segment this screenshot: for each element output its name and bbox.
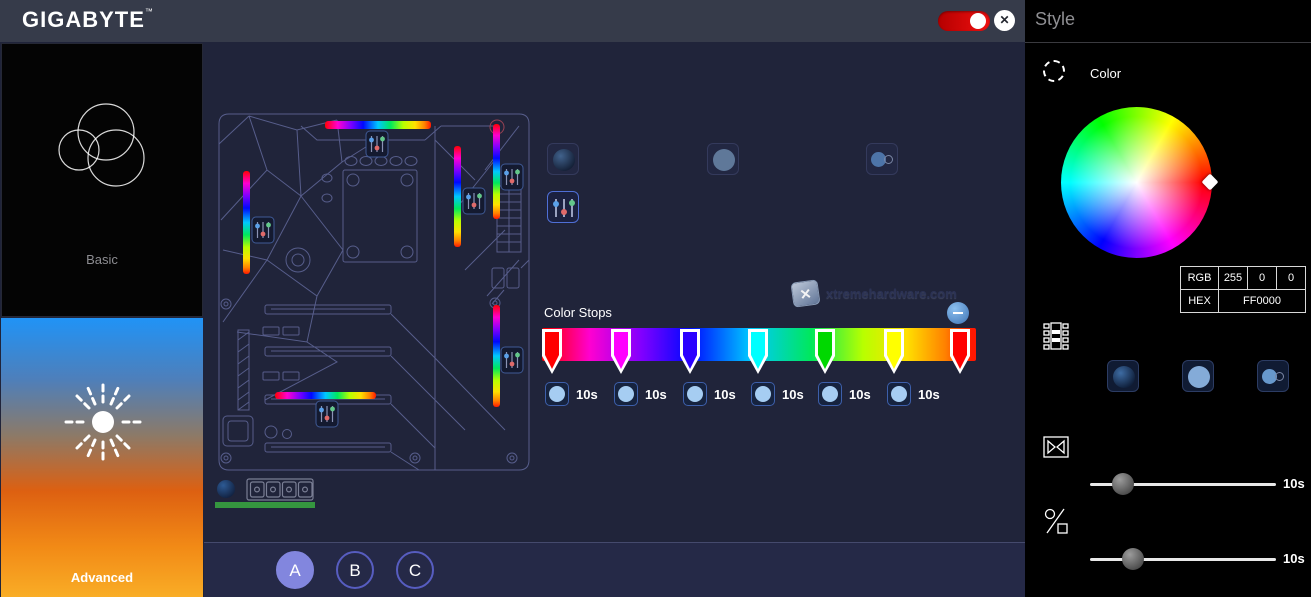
rgb-label: RGB — [1181, 267, 1219, 290]
mode-double-flash-button[interactable] — [866, 143, 898, 175]
stop-duration: 10s — [545, 382, 598, 406]
minus-icon — [953, 312, 963, 314]
color-section-label: Color — [1090, 66, 1121, 81]
mode-fade-button[interactable] — [547, 143, 579, 175]
duration-button[interactable] — [683, 382, 707, 406]
stop-duration: 10s — [887, 382, 940, 406]
toggle-knob-icon — [970, 13, 986, 29]
starburst-icon — [61, 380, 145, 464]
color-ring-icon — [1043, 60, 1065, 82]
hex-label: HEX — [1181, 290, 1219, 313]
fade-ball-icon — [1113, 366, 1135, 388]
mode-static-button[interactable] — [707, 143, 739, 175]
brightness-percent-icon — [1043, 506, 1069, 536]
rgb-hex-table: RGB 255 0 0 HEX FF0000 — [1180, 266, 1306, 313]
duration-dot-icon — [891, 386, 907, 402]
duration-dot-icon — [549, 386, 565, 402]
duration-dot-icon — [687, 386, 703, 402]
stop-duration: 10s — [751, 382, 804, 406]
rgb-g-value[interactable]: 0 — [1248, 267, 1277, 290]
style-mode-fade-button[interactable] — [1107, 360, 1139, 392]
style-panel-title: Style — [1035, 9, 1075, 30]
static-ball-icon — [713, 149, 735, 171]
basic-label: Basic — [2, 252, 202, 267]
green-progress-bar — [215, 502, 315, 508]
film-strip-icon — [1043, 322, 1069, 350]
profile-b-button[interactable]: B — [336, 551, 374, 589]
hex-value[interactable]: FF0000 — [1219, 290, 1306, 313]
profile-bar: A B C — [204, 542, 1025, 597]
main-panel: ✕ xtremehardware.com Color Stops 10s 10s… — [204, 42, 1025, 542]
motherboard-illustration — [205, 100, 845, 520]
rgb-b-value[interactable]: 0 — [1277, 267, 1306, 290]
color-stop-marker[interactable] — [884, 329, 904, 374]
watermark: ✕ xtremehardware.com — [792, 281, 957, 306]
sidebar-item-advanced[interactable]: Advanced — [1, 318, 203, 597]
speed-value: 10s — [1283, 476, 1305, 491]
divider — [1025, 42, 1311, 43]
transition-speed-icon — [1043, 434, 1069, 460]
led-strips — [243, 121, 500, 407]
x-logo-icon: ✕ — [790, 279, 820, 308]
duration-dot-icon — [822, 386, 838, 402]
profile-c-button[interactable]: C — [396, 551, 434, 589]
profile-a-button[interactable]: A — [276, 551, 314, 589]
duration-button[interactable] — [545, 382, 569, 406]
duration-button[interactable] — [614, 382, 638, 406]
custom-sliders-button[interactable] — [547, 191, 579, 223]
titlebar: GIGABYTE™ ✕ — [0, 0, 1025, 42]
speed-slider[interactable] — [1090, 483, 1276, 486]
sidebar: Basic Advanced — [0, 42, 204, 597]
trademark-symbol: ™ — [145, 7, 154, 16]
static-ball-icon — [1188, 366, 1210, 388]
stop-duration: 10s — [818, 382, 871, 406]
flash-ring-icon — [1275, 372, 1284, 381]
duration-dot-icon — [755, 386, 771, 402]
rgb-fusion-window: GIGABYTE™ ✕ Basic — [0, 0, 1311, 597]
watermark-text: xtremehardware.com — [826, 286, 957, 301]
sidebar-item-basic[interactable]: Basic — [1, 43, 203, 317]
duration-button[interactable] — [818, 382, 842, 406]
flash-ring-icon — [884, 155, 893, 164]
venn-circles-icon — [46, 92, 162, 208]
brightness-slider[interactable] — [1090, 558, 1276, 561]
power-toggle[interactable] — [938, 11, 990, 31]
gigabyte-logo: GIGABYTE™ — [22, 7, 154, 33]
color-wheel[interactable] — [1061, 107, 1212, 258]
close-icon[interactable]: ✕ — [994, 10, 1015, 31]
duration-dot-icon — [618, 386, 634, 402]
stop-duration: 10s — [614, 382, 667, 406]
advanced-label: Advanced — [1, 570, 203, 585]
led-header-connector — [247, 479, 313, 500]
color-stops-label: Color Stops — [544, 305, 612, 320]
fade-ball-icon — [553, 149, 575, 171]
duration-button[interactable] — [751, 382, 775, 406]
style-mode-static-button[interactable] — [1182, 360, 1214, 392]
style-mode-double-flash-button[interactable] — [1257, 360, 1289, 392]
board-zone-button — [217, 480, 235, 498]
style-panel: Style Color RGB 255 0 0 HEX FF0000 — [1025, 0, 1311, 597]
duration-button[interactable] — [887, 382, 911, 406]
brightness-slider-knob[interactable] — [1122, 548, 1144, 570]
rgb-r-value[interactable]: 255 — [1219, 267, 1248, 290]
stop-duration: 10s — [683, 382, 736, 406]
brightness-value: 10s — [1283, 551, 1305, 566]
color-stop-marker[interactable] — [950, 329, 970, 374]
remove-stop-button[interactable] — [947, 302, 969, 324]
speed-slider-knob[interactable] — [1112, 473, 1134, 495]
